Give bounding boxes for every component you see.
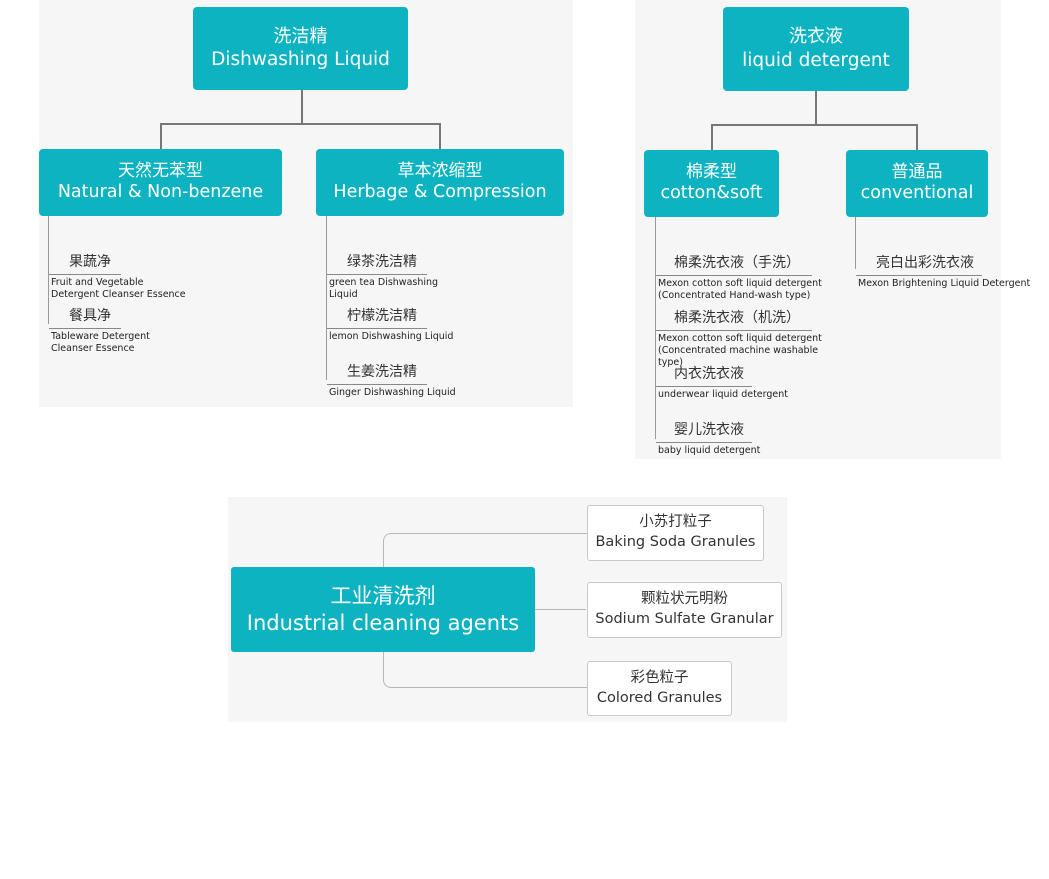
item-zh: 小苏打粒子: [639, 514, 712, 531]
dishwashing-root-node: 洗洁精 Dishwashing Liquid: [193, 7, 408, 90]
industrial-root-node: 工业清洗剂 Industrial cleaning agents: [231, 567, 535, 652]
branch-node-conventional: 普通品 conventional: [846, 150, 988, 217]
list-item: 柠檬洗洁精 lemon Dishwashing Liquid: [327, 305, 467, 343]
granule-item: 颗粒状元明粉 Sodium Sulfate Granular: [587, 582, 782, 638]
branch-zh: 天然无苯型: [118, 160, 203, 181]
list-item: 餐具净 Tableware Detergent Cleanser Essence: [49, 305, 199, 355]
item-en: Tableware Detergent Cleanser Essence: [51, 331, 150, 354]
item-zh: 内衣洗衣液: [656, 363, 752, 387]
dishwashing-root-zh: 洗洁精: [273, 25, 328, 47]
connector: [160, 123, 441, 125]
laundry-diagram: 洗衣液 liquid detergent 棉柔型 cotton&soft 普通品…: [635, 0, 1030, 459]
item-en: Ginger Dishwashing Liquid: [329, 387, 456, 398]
list-item: 果蔬净 Fruit and Vegetable Detergent Cleans…: [49, 251, 199, 301]
branch-zh: 草本浓缩型: [397, 160, 483, 181]
list-item: 婴儿洗衣液 baby liquid detergent: [656, 419, 856, 457]
item-en: Fruit and Vegetable Detergent Cleanser E…: [51, 277, 186, 300]
item-zh: 棉柔洗衣液（手洗）: [656, 252, 812, 276]
item-zh: 果蔬净: [49, 251, 121, 275]
item-en: lemon Dishwashing Liquid: [329, 331, 454, 342]
dishwashing-diagram: 洗洁精 Dishwashing Liquid 天然无苯型 Natural & N…: [39, 0, 573, 407]
connector: [711, 124, 918, 126]
list-item: 棉柔洗衣液（手洗） Mexon cotton soft liquid deter…: [656, 252, 856, 302]
branch-node-herbage: 草本浓缩型 Herbage & Compression: [316, 149, 564, 216]
industrial-root-en: Industrial cleaning agents: [246, 610, 520, 635]
laundry-root-en: liquid detergent: [742, 49, 890, 71]
branch-zh: 棉柔型: [686, 161, 737, 182]
branch-en: Herbage & Compression: [333, 182, 547, 203]
granule-item: 彩色粒子 Colored Granules: [587, 661, 732, 716]
laundry-root-zh: 洗衣液: [789, 26, 843, 48]
granule-item: 小苏打粒子 Baking Soda Granules: [587, 505, 764, 561]
industrial-root-zh: 工业清洗剂: [330, 584, 436, 609]
list-item: 绿茶洗洁精 green tea Dishwashing Liquid: [327, 251, 467, 301]
item-zh: 亮白出彩洗衣液: [856, 252, 982, 276]
item-zh: 柠檬洗洁精: [327, 305, 427, 329]
connector: [711, 124, 713, 150]
laundry-root-node: 洗衣液 liquid detergent: [723, 7, 909, 91]
item-zh: 颗粒状元明粉: [641, 591, 728, 608]
item-en: Mexon Brightening Liquid Detergent: [858, 278, 1031, 289]
list-item: 棉柔洗衣液（机洗） Mexon cotton soft liquid deter…: [656, 307, 856, 369]
branch-node-cotton-soft: 棉柔型 cotton&soft: [644, 150, 779, 217]
branch-en: conventional: [860, 183, 974, 204]
item-en: green tea Dishwashing Liquid: [329, 277, 439, 300]
connector: [815, 91, 817, 125]
item-en: underwear liquid detergent: [658, 389, 789, 400]
item-zh: 生姜洗洁精: [327, 361, 427, 385]
item-zh: 婴儿洗衣液: [656, 419, 752, 443]
branch-en: Natural & Non-benzene: [57, 182, 264, 203]
connector: [439, 123, 441, 149]
branch-node-natural: 天然无苯型 Natural & Non-benzene: [39, 149, 282, 216]
connector: [534, 609, 586, 610]
item-zh: 绿茶洗洁精: [327, 251, 427, 275]
connector: [301, 90, 303, 124]
list-item: 亮白出彩洗衣液 Mexon Brightening Liquid Deterge…: [856, 252, 1031, 290]
item-en: baby liquid detergent: [658, 445, 761, 456]
connector: [160, 123, 162, 149]
list-item: 内衣洗衣液 underwear liquid detergent: [656, 363, 856, 401]
list-item: 生姜洗洁精 Ginger Dishwashing Liquid: [327, 361, 467, 399]
industrial-diagram: 工业清洗剂 Industrial cleaning agents 小苏打粒子 B…: [228, 497, 787, 722]
item-en: Colored Granules: [596, 689, 723, 706]
item-en: Sodium Sulfate Granular: [595, 611, 774, 627]
connector: [916, 124, 918, 150]
dishwashing-root-en: Dishwashing Liquid: [211, 49, 390, 71]
branch-en: cotton&soft: [660, 183, 763, 204]
branch-zh: 普通品: [891, 161, 943, 182]
item-zh: 彩色粒子: [630, 669, 689, 686]
item-zh: 棉柔洗衣液（机洗）: [656, 307, 812, 331]
item-en: Baking Soda Granules: [595, 534, 756, 550]
item-zh: 餐具净: [49, 305, 121, 329]
item-en: Mexon cotton soft liquid detergent (Conc…: [658, 278, 822, 301]
